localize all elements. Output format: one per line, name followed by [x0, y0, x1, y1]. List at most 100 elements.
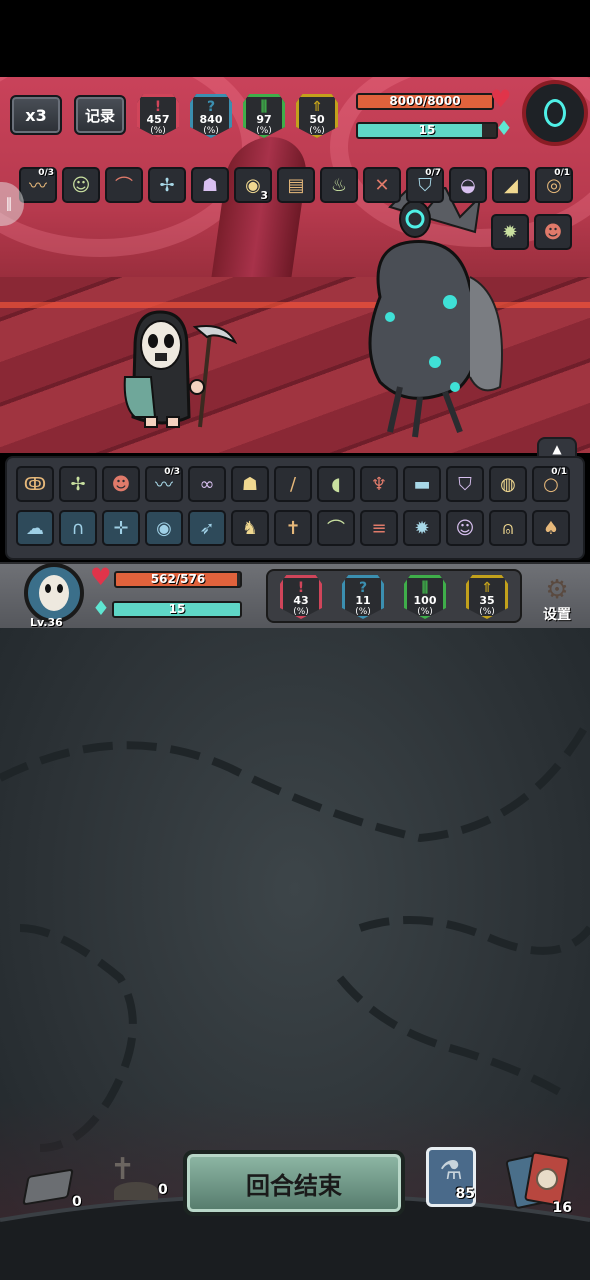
inventory-item-slot[interactable]: ◉ — [145, 510, 183, 546]
enemy-item-slot[interactable]: ✕ — [363, 167, 401, 203]
enemy-flame-icon: ♦ — [495, 116, 513, 140]
stat-value: 43 — [293, 594, 309, 607]
enemy-item-slot[interactable]: ✢ — [148, 167, 186, 203]
enemy-item-slot[interactable]: ☗ — [191, 167, 229, 203]
shield-icon: ⛉ — [458, 473, 472, 495]
horn-icon: ♆ — [370, 473, 388, 495]
inventory-item-slot[interactable]: ∩ — [59, 510, 97, 546]
inventory-item-slot[interactable]: ▬ — [403, 466, 441, 502]
discard-count: 0 — [72, 1194, 82, 1210]
stat-unit: (%) — [355, 607, 371, 617]
stat-value: 35 — [479, 594, 495, 607]
item-count: 3 — [260, 189, 268, 202]
inventory-item-slot[interactable]: ♠ — [532, 510, 570, 546]
enemy-item-slot[interactable]: ▤ — [277, 167, 315, 203]
potion-button[interactable]: ⚗ 85 — [426, 1147, 476, 1207]
enemy-portrait[interactable] — [522, 80, 588, 146]
fan-icon: ◒ — [460, 174, 476, 196]
inventory-item-slot[interactable]: / — [274, 466, 312, 502]
orb-icon: ◉ — [245, 174, 261, 196]
player-mana-text: 15 — [168, 602, 186, 616]
settings-button[interactable]: ⚙ 设置 — [534, 576, 580, 626]
inventory-item-slot[interactable]: ⍝ — [489, 510, 527, 546]
sword-icon: / — [289, 473, 297, 495]
item-count: 0/1 — [554, 168, 570, 178]
player-mana-bar: 15 — [112, 601, 242, 618]
player-hp-bar: 562/576 — [114, 571, 242, 588]
enemy-item-slot[interactable]: ✹ — [491, 214, 529, 250]
pepper-icon: ⌒ — [115, 176, 133, 197]
discard-pile-button[interactable]: 0 — [22, 1168, 82, 1212]
end-turn-button[interactable]: 回合结束 — [183, 1150, 405, 1216]
owl-icon: ☻ — [111, 473, 131, 495]
stat-icon: ⫼ — [421, 580, 429, 596]
inventory-item-slot[interactable]: ○ 0/1 — [532, 466, 570, 502]
enemy-item-slot[interactable]: ☻ — [534, 214, 572, 250]
inventory-item-slot[interactable]: ∞ — [188, 466, 226, 502]
doll-icon: ☺ — [455, 517, 475, 539]
player-avatar[interactable] — [24, 563, 84, 623]
inventory-item-slot[interactable]: ⌒ — [317, 510, 355, 546]
inventory-item-slot[interactable]: ♆ — [360, 466, 398, 502]
meat-icon: ◖ — [331, 473, 341, 495]
draw-pile-button[interactable]: 16 — [505, 1150, 576, 1216]
speed-button[interactable]: x3 — [10, 95, 62, 135]
enemy-hp-text: 8000/8000 — [389, 94, 461, 108]
doll-icon: ☺ — [71, 174, 91, 196]
enemy-item-slot[interactable]: ◒ — [449, 167, 487, 203]
grave-pile-button[interactable]: ✝ 0 — [104, 1152, 176, 1208]
enemy-item-slot[interactable]: ◢ — [492, 167, 530, 203]
inventory-item-slot[interactable]: ≡ — [360, 510, 398, 546]
gear-icon: ⚙ — [545, 575, 569, 605]
enemy-item-slot[interactable]: ⛉ 0/7 — [406, 167, 444, 203]
discard-pile-icon — [22, 1168, 74, 1206]
inventory-item-slot[interactable]: ☗ — [231, 466, 269, 502]
stat-unit: (%) — [417, 607, 433, 617]
inventory-item-slot[interactable]: ↂ — [16, 466, 54, 502]
ghost-skill-icon: ☁ — [26, 517, 44, 539]
enemy-item-slot[interactable]: ⌒ — [105, 167, 143, 203]
enemy-item-slot[interactable]: 〰 0/3 — [19, 167, 57, 203]
stat-icon: ⇑ — [311, 99, 323, 115]
stat-value: 457 — [146, 113, 170, 126]
inventory-item-slot[interactable]: ✛ — [102, 510, 140, 546]
beast-icon: ♞ — [241, 517, 259, 539]
enemy-heart-icon: ♥ — [490, 85, 512, 113]
inventory-item-slot[interactable]: ✝ — [274, 510, 312, 546]
muscle-skill-icon: ∩ — [71, 517, 85, 539]
inventory-item-slot[interactable]: ◖ — [317, 466, 355, 502]
enemy-item-slot[interactable]: ◉ 3 — [234, 167, 272, 203]
item-count: 0/1 — [551, 467, 567, 477]
inventory-item-slot[interactable]: ➶ — [188, 510, 226, 546]
player-flame-icon: ♦ — [92, 596, 110, 620]
stat-icon: ? — [358, 580, 368, 596]
lantern-icon: ☗ — [241, 473, 259, 495]
inventory-item-slot[interactable]: ☻ — [102, 466, 140, 502]
stat-unit: (%) — [293, 607, 309, 617]
stat-unit: (%) — [309, 126, 325, 136]
inventory-item-slot[interactable]: ☁ — [16, 510, 54, 546]
bell-icon: ⍝ — [502, 517, 514, 539]
inventory-item-slot[interactable]: ☺ — [446, 510, 484, 546]
inventory-item-slot[interactable]: ✹ — [403, 510, 441, 546]
enemy-item-slot[interactable]: ◎ 0/1 — [535, 167, 573, 203]
grave-mound-icon — [114, 1182, 158, 1200]
inventory-item-slot[interactable]: ◍ — [489, 466, 527, 502]
inventory-item-slot[interactable]: ⛉ — [446, 466, 484, 502]
potion-count: 85 — [455, 1186, 475, 1202]
chevron-up-icon: ▲ — [552, 442, 562, 456]
enemy-hp-bar: 8000/8000 — [356, 93, 494, 110]
stat-value: 50 — [309, 113, 325, 126]
enemy-item-slot[interactable]: ☺ — [62, 167, 100, 203]
enemy-item-slot[interactable]: ♨ — [320, 167, 358, 203]
inventory-item-slot[interactable]: 〰 0/3 — [145, 466, 183, 502]
book-icon: ▤ — [287, 174, 305, 196]
log-button[interactable]: 记录 — [74, 95, 126, 135]
stat-icon: ! — [154, 99, 162, 115]
lantern-icon: ☗ — [201, 174, 219, 196]
inventory-item-slot[interactable]: ✢ — [59, 466, 97, 502]
stat-value: 100 — [413, 594, 437, 607]
bag-icon: ◍ — [500, 473, 516, 495]
inventory-item-slot[interactable]: ♞ — [231, 510, 269, 546]
stat-unit: (%) — [203, 126, 219, 136]
